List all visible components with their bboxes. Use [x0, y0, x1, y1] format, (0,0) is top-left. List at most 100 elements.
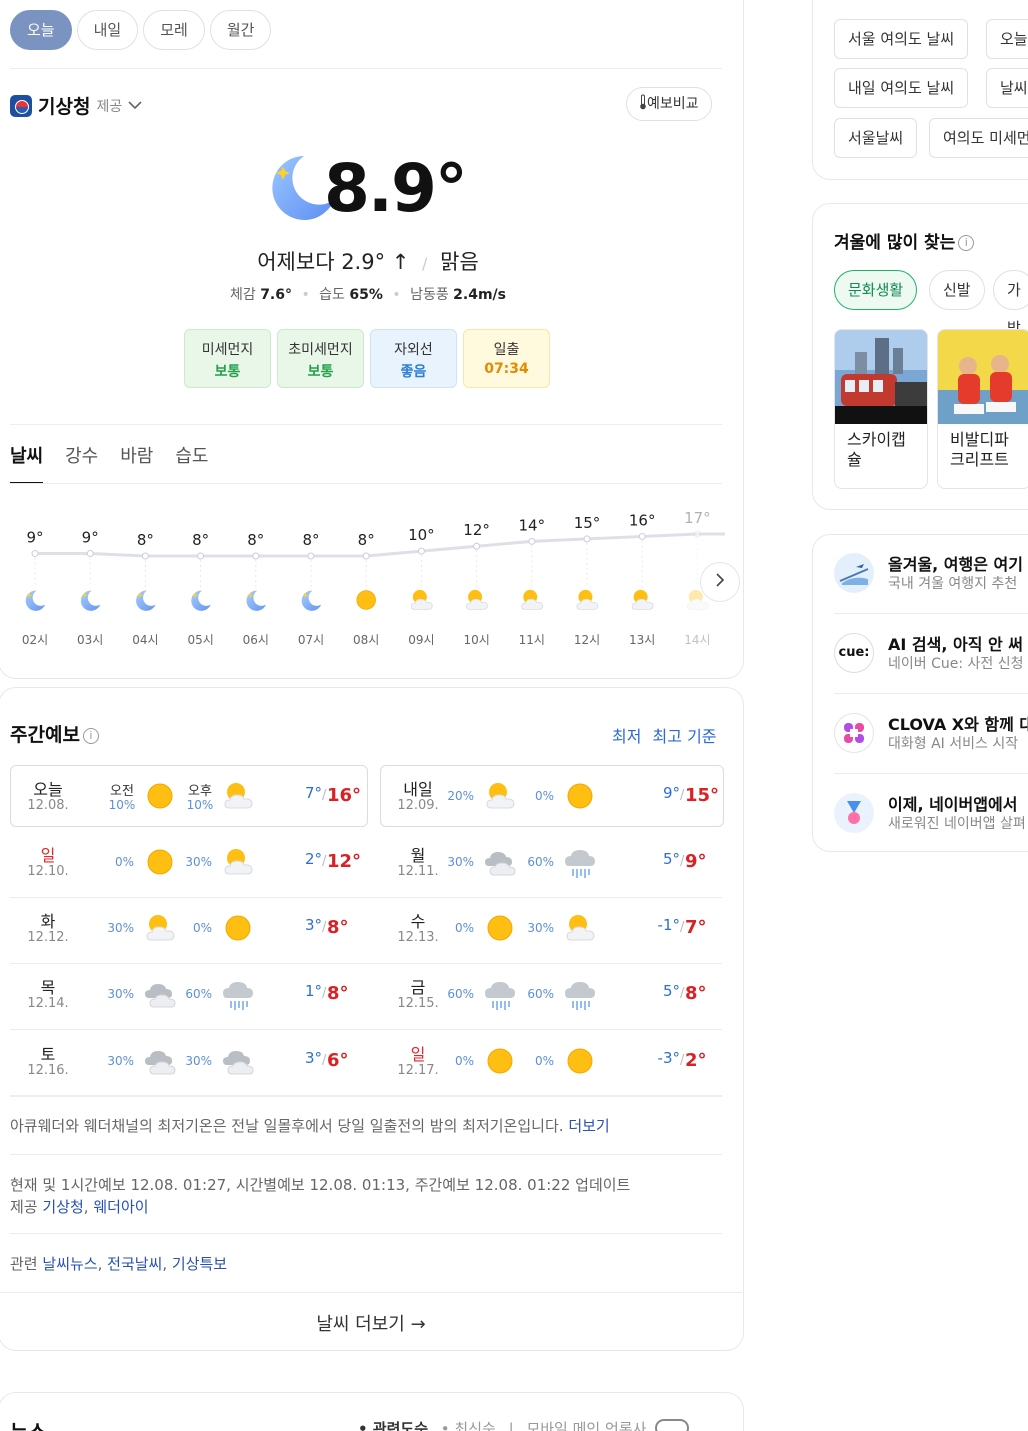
pill-shoes[interactable]: 신발: [929, 270, 985, 310]
sunrise-chip[interactable]: 일출 07:34: [463, 329, 550, 388]
more-link[interactable]: 더보기: [568, 1117, 609, 1135]
tab-precipitation[interactable]: 강수: [65, 442, 98, 484]
provider-selector[interactable]: 기상청 제공: [10, 92, 142, 119]
divider: [10, 483, 722, 484]
keyword-chip[interactable]: 여의도 미세먼: [929, 118, 1028, 158]
high-temp: 8°: [685, 983, 707, 1004]
uv-chip[interactable]: 자외선 좋음: [370, 329, 457, 388]
provider-kma-link[interactable]: 기상청: [42, 1198, 83, 1216]
hourly-temp-label: 9°: [26, 529, 43, 547]
keyword-chip[interactable]: 내일 여의도 날씨: [834, 68, 969, 108]
fine-dust-chip[interactable]: 미세먼지 보통: [184, 329, 271, 388]
hourly-temp-label: 15°: [574, 514, 601, 532]
keyword-chip[interactable]: 오늘: [986, 19, 1028, 59]
skycapsule-image: [835, 330, 927, 424]
winter-title: 겨울에 많이 찾는 i: [834, 228, 975, 253]
high-temp: 9°: [685, 851, 707, 872]
divider: [10, 1029, 722, 1030]
low-temp: 5°: [662, 850, 680, 868]
hourly-point: [197, 552, 205, 560]
footnote-text: 아큐웨더와 웨더채널의 최저기온은 전날 일몰후에서 당일 일출전의 밤의 최저…: [10, 1117, 564, 1135]
national-weather-link[interactable]: 전국날씨: [107, 1255, 162, 1273]
day-tabs: 오늘 내일 모레 월간: [10, 10, 272, 50]
provider-sub: 제공: [96, 98, 123, 115]
rain-icon: [220, 976, 256, 1016]
service-cue[interactable]: cue: AI 검색, 아직 안 써 네이버 Cue: 사전 신청: [834, 623, 1028, 683]
temp-separator: /: [322, 920, 327, 935]
service-title: CLOVA X와 함께 대: [888, 715, 1028, 734]
hourly-temp-label: 10°: [408, 526, 435, 544]
sort-relevance[interactable]: • 관련도순: [358, 1420, 428, 1431]
low-temp: 3°: [304, 916, 322, 934]
tab-day-after[interactable]: 모레: [143, 10, 205, 50]
tab-monthly[interactable]: 월간: [209, 10, 272, 50]
weather-news-link[interactable]: 날씨뉴스: [42, 1255, 97, 1273]
product-card[interactable]: 스카이캡 슐: [834, 329, 928, 489]
sort-latest[interactable]: • 최신순: [441, 1420, 496, 1431]
more-weather-button[interactable]: 날씨 더보기 →: [0, 1310, 742, 1336]
precip-pct: 0%: [534, 789, 554, 803]
chip-value: 좋음: [400, 364, 427, 380]
ultrafine-dust-chip[interactable]: 초미세먼지 보통: [277, 329, 364, 388]
precip-pct: 0%: [534, 1054, 554, 1068]
forecast-compare-label: 예보비교: [647, 96, 699, 112]
precip-pct: 30%: [107, 987, 134, 1001]
low-temp: 9°: [662, 784, 680, 802]
pill-culture[interactable]: 문화생활: [834, 270, 918, 310]
service-travel[interactable]: 올겨울, 여행은 여기 국내 겨울 여행지 추천: [834, 543, 1028, 603]
moon-icon: [136, 590, 156, 611]
tab-today[interactable]: 오늘: [10, 10, 72, 50]
day-name: 오늘: [33, 780, 63, 799]
sort-low-link[interactable]: 최저: [612, 727, 641, 746]
low-temp: 2°: [304, 850, 322, 868]
service-clova[interactable]: CLOVA X와 함께 대 대화형 AI 서비스 시작: [834, 703, 1028, 763]
service-naver-app[interactable]: 이제, 네이버앱에서 새로워진 네이버앱 살펴: [834, 783, 1028, 843]
temp-separator: /: [322, 788, 327, 803]
temp-separator: /: [322, 854, 327, 869]
hourly-next-button[interactable]: [700, 562, 740, 602]
high-temp: 8°: [327, 983, 349, 1004]
wind-label: 남동풍: [410, 287, 449, 303]
precip-pct: 30%: [185, 1054, 212, 1068]
tab-humidity[interactable]: 습도: [175, 442, 208, 484]
rain-icon: [562, 976, 598, 1016]
hourly-temp-label: 14°: [519, 516, 546, 534]
pill-bag[interactable]: 가방: [993, 270, 1028, 337]
keyword-chip[interactable]: 서울 여의도 날씨: [834, 19, 969, 59]
product-card[interactable]: 비발디파 크리프트: [937, 329, 1028, 489]
service-sub: 새로워진 네이버앱 살펴: [888, 816, 1026, 832]
tab-wind[interactable]: 바람: [120, 442, 153, 484]
temp-separator: /: [322, 1053, 327, 1068]
chip-label: 미세먼지: [201, 342, 254, 358]
sun-icon: [356, 590, 376, 610]
day-name: 목: [40, 978, 56, 997]
tab-tomorrow[interactable]: 내일: [76, 10, 139, 50]
weather-warning-link[interactable]: 기상특보: [172, 1255, 227, 1273]
toggle-switch[interactable]: [655, 1419, 690, 1431]
precip-pct: 60%: [185, 987, 212, 1001]
forecast-compare-button[interactable]: 예보비교: [626, 87, 712, 121]
keyword-chip[interactable]: 서울날씨: [834, 118, 918, 158]
info-icon[interactable]: i: [958, 235, 975, 251]
hourly-temp-label: 12°: [463, 521, 490, 539]
hourly-point: [252, 552, 260, 560]
hourly-time-label: 07시: [298, 633, 324, 647]
service-sub: 대화형 AI 서비스 시작: [888, 736, 1019, 752]
provider-weatheri-link[interactable]: 웨더아이: [93, 1198, 148, 1216]
humidity-value: 65%: [349, 287, 383, 303]
hourly-point: [417, 547, 425, 555]
sort-high-link[interactable]: 최고 기준: [653, 727, 717, 746]
keyword-chip[interactable]: 날씨: [986, 68, 1028, 108]
chip-label: 초미세먼지: [288, 342, 353, 358]
sun-icon: [142, 778, 178, 818]
low-temp: 5°: [662, 982, 680, 1000]
hourly-time-label: 05시: [187, 633, 213, 647]
tab-weather[interactable]: 날씨: [10, 442, 44, 484]
info-icon[interactable]: i: [82, 728, 99, 744]
hourly-point: [583, 535, 591, 543]
dot: •: [301, 287, 310, 303]
precip-pct: 60%: [447, 987, 474, 1001]
mobile-main-press-toggle-label: 모바일 메인 언론사: [526, 1420, 647, 1431]
high-temp: 2°: [685, 1050, 707, 1071]
precip-pct: 0%: [192, 921, 212, 935]
